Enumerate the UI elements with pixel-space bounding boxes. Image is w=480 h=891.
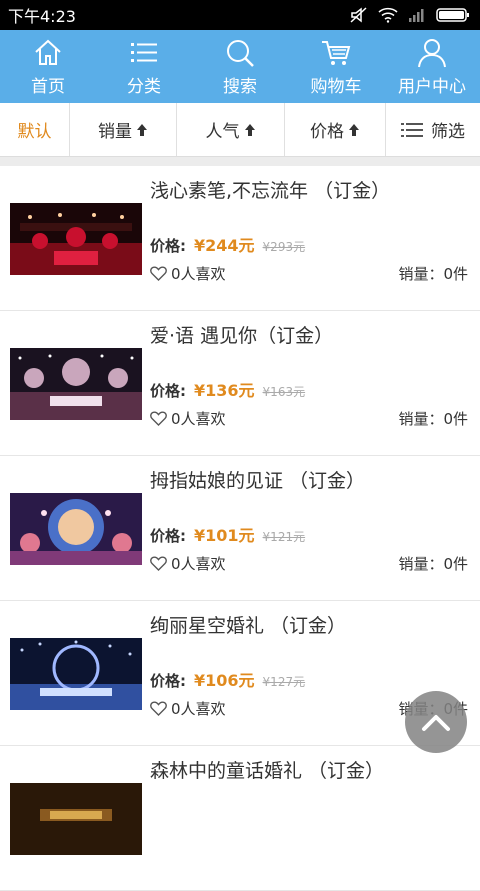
home-icon bbox=[35, 39, 61, 65]
chevron-up-icon bbox=[422, 715, 450, 731]
heart-icon bbox=[150, 556, 167, 571]
product-card[interactable]: 拇指姑娘的见证 （订金） 价格: ¥101元 ¥121元 0人喜欢 销量：0件 bbox=[0, 456, 480, 601]
nav-label: 搜索 bbox=[223, 76, 257, 97]
likes-count: 0人喜欢 bbox=[171, 265, 226, 283]
nav-item-cart[interactable]: 购物车 bbox=[288, 30, 384, 103]
wifi-icon bbox=[378, 7, 398, 23]
nav-label: 购物车 bbox=[310, 76, 362, 97]
nav-item-user-center[interactable]: 用户中心 bbox=[384, 30, 480, 103]
original-price: ¥127元 bbox=[262, 675, 306, 689]
heart-icon bbox=[150, 266, 167, 281]
price-label: 价格: bbox=[150, 382, 186, 400]
product-title: 爱·语 遇见你（订金） bbox=[150, 325, 334, 347]
user-icon bbox=[418, 38, 446, 67]
original-price: ¥163元 bbox=[262, 385, 306, 399]
likes[interactable]: 0人喜欢 bbox=[150, 408, 226, 429]
sort-sales-label: 销量 bbox=[98, 122, 132, 142]
nav-item-search[interactable]: 搜索 bbox=[192, 30, 288, 103]
product-image bbox=[10, 638, 142, 710]
likes[interactable]: 0人喜欢 bbox=[150, 263, 226, 284]
nav-item-category[interactable]: 分类 bbox=[96, 30, 192, 103]
price: ¥101元 bbox=[194, 526, 255, 545]
nav-label: 分类 bbox=[127, 76, 161, 97]
product-card[interactable]: 森林中的童话婚礼 （订金） bbox=[0, 746, 480, 891]
product-image bbox=[10, 493, 142, 565]
heart-icon bbox=[150, 411, 167, 426]
filter-label: 筛选 bbox=[431, 122, 465, 142]
sort-price[interactable]: 价格 bbox=[285, 103, 386, 156]
original-price: ¥121元 bbox=[262, 530, 306, 544]
arrow-up-icon bbox=[349, 123, 359, 136]
likes-count: 0人喜欢 bbox=[171, 410, 226, 428]
price: ¥136元 bbox=[194, 381, 255, 400]
arrow-up-icon bbox=[137, 123, 147, 136]
filter-button[interactable]: 筛选 bbox=[386, 103, 480, 156]
sort-popularity-label: 人气 bbox=[205, 122, 240, 142]
sort-bar: 默认 销量 人气 价格 筛选 bbox=[0, 103, 480, 157]
search-icon bbox=[227, 39, 254, 67]
likes[interactable]: 0人喜欢 bbox=[150, 698, 226, 719]
price: ¥106元 bbox=[194, 671, 255, 690]
heart-icon bbox=[150, 701, 167, 716]
sales-count: 销量：0件 bbox=[398, 410, 468, 428]
back-to-top-button[interactable] bbox=[405, 691, 467, 753]
likes-count: 0人喜欢 bbox=[171, 555, 226, 573]
list-icon bbox=[131, 42, 157, 62]
sort-default-label: 默认 bbox=[17, 122, 52, 142]
nav-item-home[interactable]: 首页 bbox=[0, 30, 96, 103]
price-row: 价格: ¥106元 ¥127元 bbox=[150, 667, 305, 691]
cart-icon bbox=[322, 40, 351, 65]
product-image bbox=[10, 783, 142, 855]
arrow-up-icon bbox=[244, 123, 255, 136]
price: ¥244元 bbox=[194, 236, 255, 255]
status-bar: 下午4:23 bbox=[0, 0, 480, 30]
battery-icon bbox=[436, 8, 469, 22]
filter-list-icon bbox=[401, 122, 423, 137]
product-title: 浅心素笔,不忘流年 （订金） bbox=[150, 180, 391, 202]
product-title: 森林中的童话婚礼 （订金） bbox=[150, 760, 385, 782]
product-image bbox=[10, 348, 142, 420]
sort-popularity[interactable]: 人气 bbox=[177, 103, 285, 156]
price-label: 价格: bbox=[150, 672, 186, 690]
main-nav: 首页 分类 搜索 购物车 用户中心 bbox=[0, 30, 480, 103]
sort-default[interactable]: 默认 bbox=[0, 103, 70, 156]
product-card[interactable]: 爱·语 遇见你（订金） 价格: ¥136元 ¥163元 0人喜欢 销量：0件 bbox=[0, 311, 480, 456]
price-row: 价格: ¥244元 ¥293元 bbox=[150, 232, 305, 256]
product-title: 绚丽星空婚礼 （订金） bbox=[150, 615, 347, 637]
product-title: 拇指姑娘的见证 （订金） bbox=[150, 470, 366, 492]
product-image bbox=[10, 203, 142, 275]
price-row: 价格: ¥101元 ¥121元 bbox=[150, 522, 305, 546]
divider bbox=[0, 157, 480, 166]
sales-count: 销量：0件 bbox=[398, 555, 468, 573]
product-list: 浅心素笔,不忘流年 （订金） 价格: ¥244元 ¥293元 0人喜欢 销量：0… bbox=[0, 166, 480, 891]
status-icons bbox=[350, 7, 470, 23]
price-label: 价格: bbox=[150, 527, 186, 545]
price-label: 价格: bbox=[150, 237, 186, 255]
mute-icon bbox=[350, 7, 367, 23]
price-row: 价格: ¥136元 ¥163元 bbox=[150, 377, 305, 401]
sort-price-label: 价格 bbox=[310, 122, 344, 142]
product-card[interactable]: 浅心素笔,不忘流年 （订金） 价格: ¥244元 ¥293元 0人喜欢 销量：0… bbox=[0, 166, 480, 311]
status-time: 下午4:23 bbox=[8, 7, 76, 26]
likes[interactable]: 0人喜欢 bbox=[150, 553, 226, 574]
nav-label: 首页 bbox=[31, 76, 65, 97]
signal-icon bbox=[409, 9, 424, 22]
nav-label: 用户中心 bbox=[398, 76, 466, 97]
sort-sales[interactable]: 销量 bbox=[70, 103, 177, 156]
sales-count: 销量：0件 bbox=[398, 265, 468, 283]
likes-count: 0人喜欢 bbox=[171, 700, 226, 718]
original-price: ¥293元 bbox=[262, 240, 306, 254]
